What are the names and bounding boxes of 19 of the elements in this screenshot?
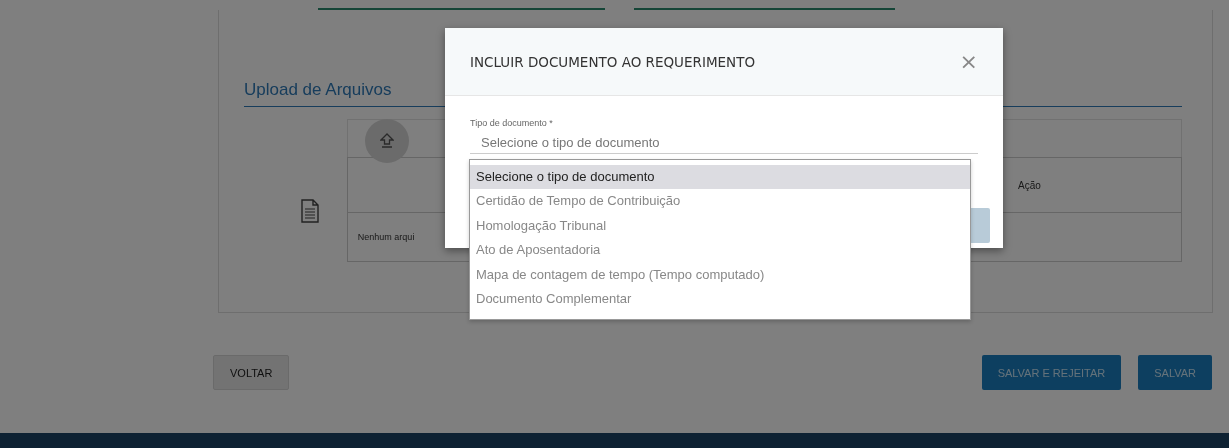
document-icon <box>301 198 320 223</box>
dialog-title: INCLUIR DOCUMENTO AO REQUERIMENTO <box>470 53 756 70</box>
back-button[interactable]: VOLTAR <box>213 355 290 390</box>
action-button[interactable]: SALVAR E REJEITAR <box>981 355 1122 390</box>
dropdown-option[interactable]: Certidão de Tempo de Contribuição <box>470 189 970 214</box>
action-button[interactable]: SALVAR <box>1138 355 1212 390</box>
close-button[interactable]: × <box>959 49 978 74</box>
dropdown-option[interactable]: Ato de Aposentadoria <box>470 238 970 263</box>
dropdown-option[interactable]: Mapa de contagem de tempo (Tempo computado) <box>470 262 970 287</box>
field-label: Tipo de documento * <box>470 118 554 128</box>
empty-message: Nenhum arqui <box>357 232 415 242</box>
upload-button[interactable] <box>364 119 409 163</box>
dropdown-option[interactable]: Documento Complementar <box>470 286 970 312</box>
column-header: Ação <box>1018 179 1042 191</box>
upload-icon <box>379 133 394 149</box>
select-field[interactable]: Selecione o tipo de documento <box>470 128 978 154</box>
dropdown-option[interactable]: Selecione o tipo de documento <box>470 165 970 190</box>
section-title: Upload de Arquivos <box>244 80 392 100</box>
dropdown-option[interactable]: Homologação Tribunal <box>470 213 970 239</box>
